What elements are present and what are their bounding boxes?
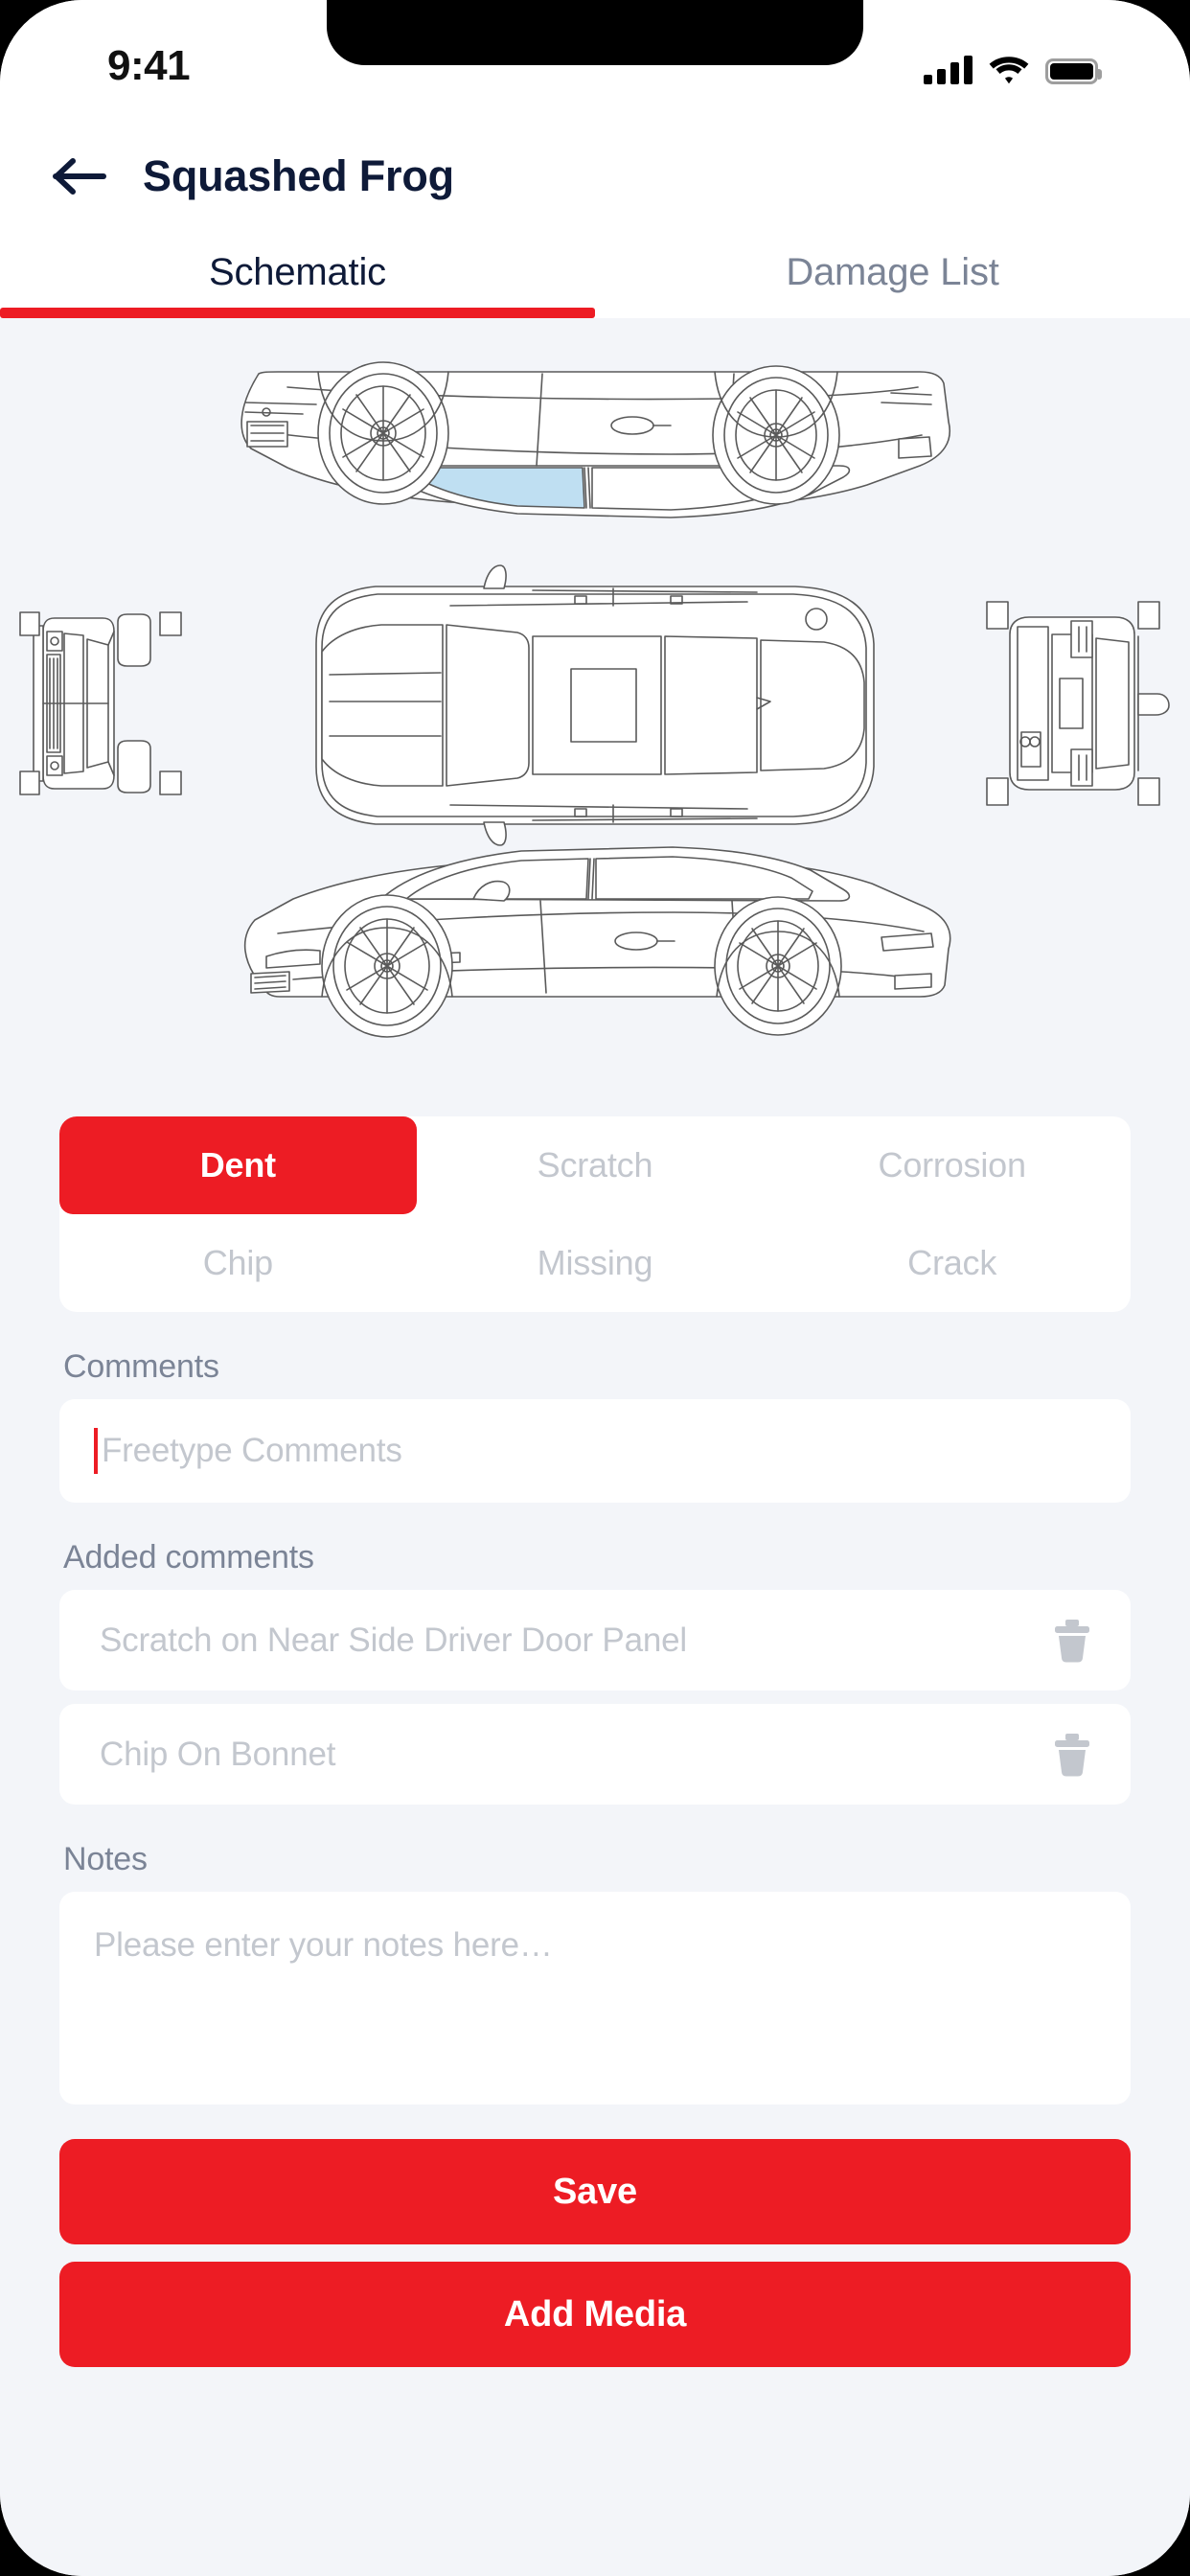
comments-input-card[interactable]: Freetype Comments [59,1399,1131,1503]
schematic-flipped-side-view [240,361,950,518]
damage-type-dent[interactable]: Dent [59,1116,417,1214]
notch [327,0,863,65]
tab-bar: Schematic Damage List [0,226,1190,318]
damage-type-crack[interactable]: Crack [773,1214,1131,1312]
tab-schematic[interactable]: Schematic [0,226,595,318]
status-bar-time: 9:41 [107,42,191,89]
save-button[interactable]: Save [59,2139,1131,2244]
status-bar: 9:41 [0,0,1190,126]
page-title: Squashed Frog [143,151,454,200]
notes-input-placeholder[interactable]: Please enter your notes here… [94,1926,1096,1965]
damage-type-scratch[interactable]: Scratch [417,1116,774,1214]
schematic-top-view [315,564,875,846]
schematic-side-view [243,846,951,1038]
add-media-button[interactable]: Add Media [59,2262,1131,2367]
added-comment-text: Scratch on Near Side Driver Door Panel [100,1621,687,1659]
damage-type-corrosion[interactable]: Corrosion [773,1116,1131,1214]
added-comment-row: Scratch on Near Side Driver Door Panel [59,1590,1131,1690]
action-buttons: Save Add Media [59,2139,1131,2367]
comments-label: Comments [63,1348,219,1385]
status-bar-icons [924,46,1102,84]
trash-icon[interactable] [1052,1732,1092,1778]
vehicle-schematic[interactable] [0,318,1190,1099]
trash-icon[interactable] [1052,1618,1092,1664]
damage-type-missing[interactable]: Missing [417,1214,774,1312]
scroll-content: Dent Scratch Corrosion Chip Missing Crac… [0,318,1190,2576]
text-caret [94,1428,98,1474]
damage-type-chip[interactable]: Chip [59,1214,417,1312]
tab-damage-list[interactable]: Damage List [595,226,1190,318]
damage-type-selector: Dent Scratch Corrosion Chip Missing Crac… [59,1116,1131,1312]
back-arrow-icon[interactable] [53,157,106,196]
comments-input-placeholder[interactable]: Freetype Comments [102,1432,402,1470]
notes-label: Notes [63,1841,148,1877]
notes-input-card[interactable]: Please enter your notes here… [59,1892,1131,2104]
app-bar: Squashed Frog [0,126,1190,226]
added-comment-row: Chip On Bonnet [59,1704,1131,1805]
wifi-icon [989,57,1029,84]
schematic-rear-view [986,601,1170,806]
tab-active-indicator [0,308,595,318]
battery-full-icon [1045,58,1102,84]
cellular-signal-icon [924,56,973,84]
added-comments-label: Added comments [63,1539,314,1576]
schematic-front-view [19,611,182,795]
added-comment-text: Chip On Bonnet [100,1735,336,1773]
phone-screen: 9:41 Squashed Frog Schematic Damage List [0,0,1190,2576]
